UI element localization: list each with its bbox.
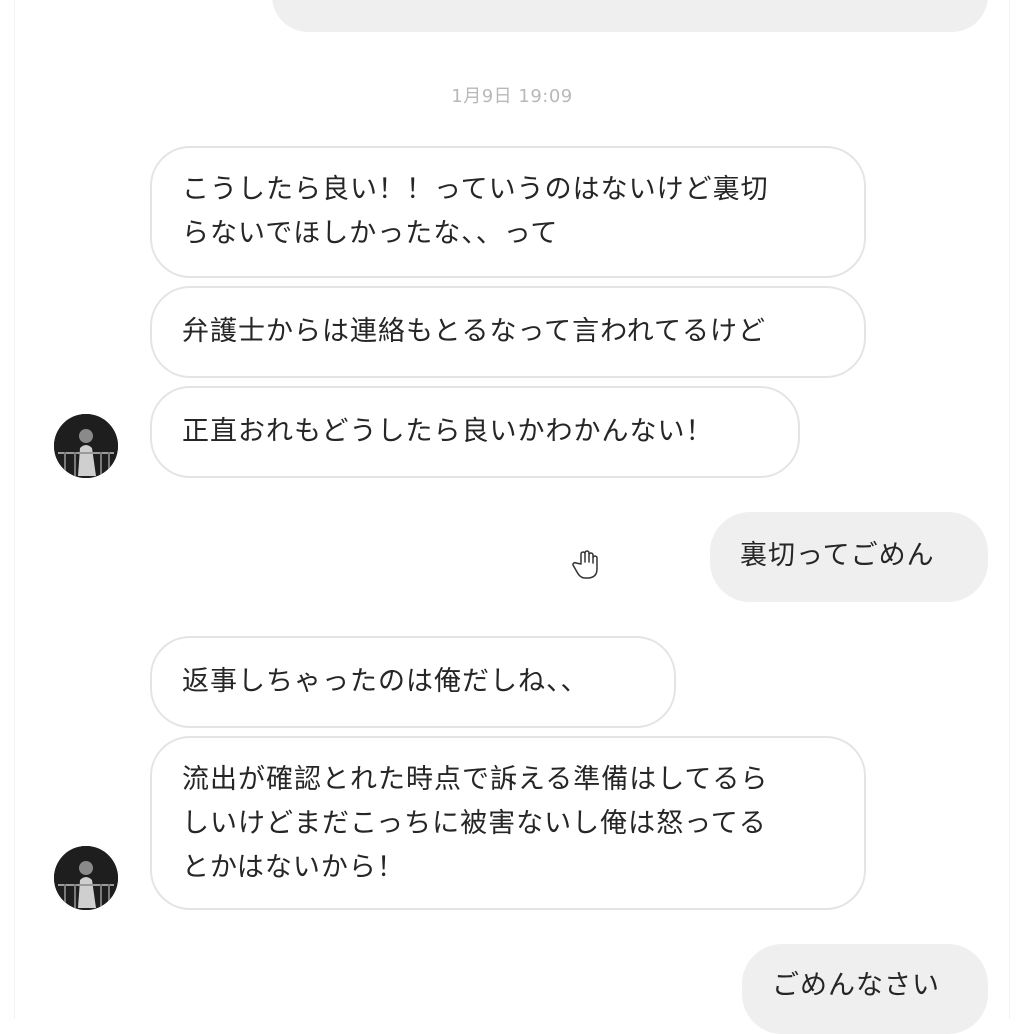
incoming-message: 返事しちゃったのは俺だしね、、 [150,636,676,728]
outgoing-message: 裏切ってごめん [710,512,988,602]
avatar-image [54,846,118,910]
contact-avatar[interactable] [54,846,118,910]
hand-pointer-icon [572,550,598,579]
incoming-message: 弁護士からは連絡もとるなって言われてるけど [150,286,866,378]
incoming-message: こうしたら良い！！っていうのはないけど裏切 らないでほしかったな、、って [150,146,866,278]
incoming-message: 正直おれもどうしたら良いかわかんない！ [150,386,800,478]
outgoing-message: ごめんなさい [742,944,988,1034]
message-timestamp: 1月9日 19:09 [451,86,573,107]
incoming-message: 流出が確認とれた時点で訴える準備はしてるら しいけどまだこっちに被害ないし俺は怒… [150,736,866,910]
avatar-image [54,414,118,478]
previous-outgoing-message [272,0,988,32]
contact-avatar[interactable] [54,414,118,478]
